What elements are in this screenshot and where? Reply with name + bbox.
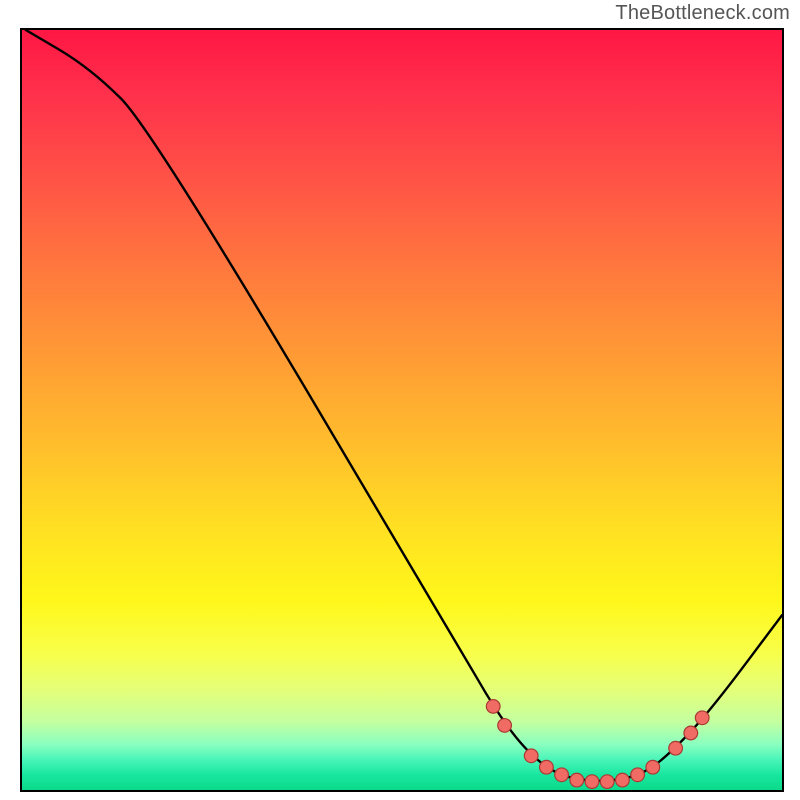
curve-dot bbox=[616, 773, 630, 787]
curve-dot bbox=[555, 768, 569, 782]
curve-dot bbox=[486, 700, 500, 714]
curve-dot bbox=[646, 760, 660, 774]
curve-dot bbox=[669, 741, 683, 755]
curve-layer bbox=[22, 30, 782, 790]
attribution-label: TheBottleneck.com bbox=[615, 2, 790, 25]
curve-dot bbox=[585, 775, 599, 789]
curve-dot bbox=[570, 773, 584, 787]
curve-dot bbox=[498, 719, 512, 733]
curve-markers bbox=[486, 700, 709, 789]
curve-dot bbox=[600, 775, 614, 789]
chart-container: TheBottleneck.com bbox=[0, 0, 800, 800]
curve-dot bbox=[695, 711, 709, 725]
curve-dot bbox=[684, 726, 698, 740]
plot-area bbox=[20, 28, 784, 792]
curve-dot bbox=[524, 749, 538, 763]
curve-dot bbox=[540, 760, 554, 774]
curve-dot bbox=[631, 768, 645, 782]
bottleneck-curve bbox=[26, 30, 782, 781]
